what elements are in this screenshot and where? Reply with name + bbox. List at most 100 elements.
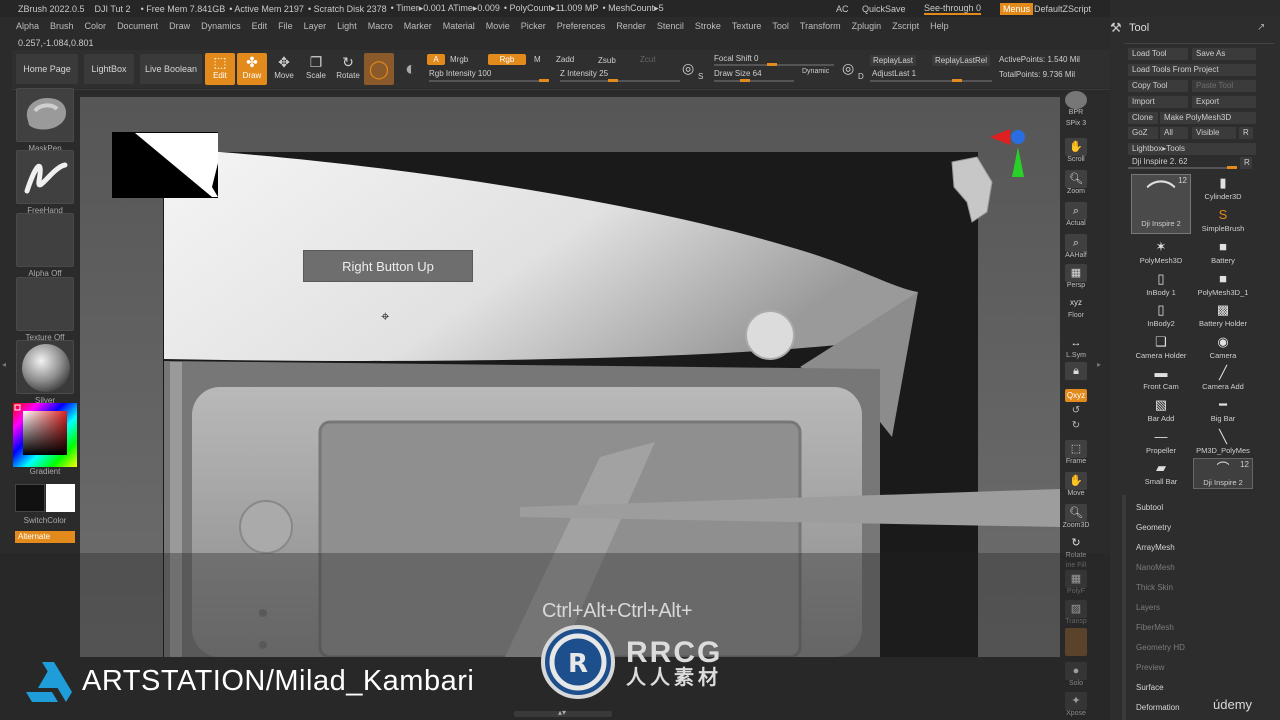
frame-button[interactable]: ⬚ Frame	[1062, 440, 1090, 465]
tool-menu-thick-skin[interactable]: Thick Skin	[1136, 583, 1173, 592]
zsub-toggle[interactable]: Zsub	[598, 56, 616, 65]
goz-button[interactable]: GoZ	[1128, 127, 1158, 139]
dynamic-toggle[interactable]: Dynamic	[802, 68, 829, 75]
tool-menu-surface[interactable]: Surface	[1136, 683, 1164, 692]
palette-dock-icon[interactable]: ↗	[1257, 22, 1265, 33]
stroke-slot[interactable]: FreeHand	[15, 150, 75, 215]
scale-button[interactable]: ❐ Scale	[301, 53, 331, 85]
menu-marker[interactable]: Marker	[404, 21, 432, 31]
move-view-button[interactable]: ✋ Move	[1062, 472, 1090, 497]
menu-brush[interactable]: Brush	[50, 21, 74, 31]
lightbox-button[interactable]: LightBox	[84, 54, 134, 84]
zoom3d-button[interactable]: 🔍︎ Zoom3D	[1062, 504, 1090, 529]
subtool-small-bar[interactable]: ▰ Small Bar	[1131, 458, 1191, 489]
home-page-button[interactable]: Home Page	[16, 54, 78, 84]
menu-draw[interactable]: Draw	[169, 21, 190, 31]
export-button[interactable]: Export	[1192, 96, 1256, 108]
menu-alpha[interactable]: Alpha	[16, 21, 39, 31]
subtool-battery-holder[interactable]: ▩ Battery Holder	[1193, 300, 1253, 331]
adjust-last-slider[interactable]: AdjustLast 1	[872, 69, 916, 78]
zoom-button[interactable]: 🔍︎ Zoom	[1062, 170, 1090, 195]
brush-slot[interactable]: MaskPen	[15, 88, 75, 153]
subtool-inbody2[interactable]: ▯ InBody2	[1131, 300, 1191, 331]
subtool-dji-inspire-2[interactable]: ⌒ Dji Inspire 2 12	[1193, 458, 1253, 490]
a-toggle[interactable]: A	[427, 54, 445, 65]
menu-dynamics[interactable]: Dynamics	[201, 21, 241, 31]
live-boolean-button[interactable]: Live Boolean	[140, 54, 202, 84]
menu-texture[interactable]: Texture	[732, 21, 762, 31]
secondary-color-swatch[interactable]	[15, 484, 45, 512]
menu-picker[interactable]: Picker	[521, 21, 546, 31]
texture-swatch-button[interactable]: ◐	[396, 53, 426, 85]
menu-edit[interactable]: Edit	[252, 21, 268, 31]
copy-tool-button[interactable]: Copy Tool	[1128, 80, 1188, 92]
tool-menu-geometry[interactable]: Geometry	[1136, 523, 1171, 532]
menu-layer[interactable]: Layer	[304, 21, 327, 31]
subtool-pm3d-polymes[interactable]: ╲ PM3D_PolyMes	[1193, 427, 1253, 458]
make-polymesh3d-button[interactable]: Make PolyMesh3D	[1160, 112, 1256, 124]
menu-stencil[interactable]: Stencil	[657, 21, 684, 31]
lock-button[interactable]: 🔒︎	[1062, 362, 1090, 380]
save-as-button[interactable]: Save As	[1192, 48, 1256, 60]
alpha-slot[interactable]: Alpha Off	[15, 213, 75, 278]
menu-macro[interactable]: Macro	[368, 21, 393, 31]
material-slot[interactable]: Silver	[15, 340, 75, 405]
subtool-front-cam[interactable]: ▬ Front Cam	[1131, 363, 1191, 394]
focal-shift-slider[interactable]: Focal Shift 0	[714, 54, 758, 63]
goz-r-button[interactable]: R	[1239, 127, 1253, 139]
lightbox-tools-button[interactable]: Lightbox▸Tools	[1128, 143, 1256, 155]
color-picker[interactable]	[13, 403, 77, 467]
subtool-simplebrush[interactable]: S SimpleBrush	[1193, 205, 1253, 236]
tool-menu-layers[interactable]: Layers	[1136, 603, 1160, 612]
tool-menu-arraymesh[interactable]: ArrayMesh	[1136, 543, 1175, 552]
subtool-camera-holder[interactable]: ❑ Camera Holder	[1131, 332, 1191, 363]
z-intensity-slider[interactable]: Z Intensity 25	[560, 69, 608, 78]
menu-tool[interactable]: Tool	[772, 21, 789, 31]
current-tool-slider[interactable]: Dji Inspire 2. 62	[1132, 157, 1188, 166]
bpr-button[interactable]: BPR	[1062, 91, 1090, 116]
tool-menu-geometry-hd[interactable]: Geometry HD	[1136, 643, 1185, 652]
load-tools-from-project-button[interactable]: Load Tools From Project	[1128, 64, 1256, 76]
m-toggle[interactable]: M	[534, 55, 541, 64]
left-tray-arrow-icon[interactable]: ◂	[2, 360, 8, 380]
tool-menu-preview[interactable]: Preview	[1136, 663, 1164, 672]
texture-slot[interactable]: Texture Off	[15, 277, 75, 342]
draw-size-slider[interactable]: Draw Size 64	[714, 69, 762, 78]
rotate-button[interactable]: ↻ Rotate	[333, 53, 363, 85]
xyz-toggle[interactable]: Qxyz	[1062, 389, 1090, 402]
lsym-button[interactable]: ↔ L.Sym	[1062, 334, 1090, 359]
mrgb-toggle[interactable]: Mrgb	[450, 55, 468, 64]
zadd-toggle[interactable]: Zadd	[556, 55, 574, 64]
subtool-battery[interactable]: ■ Battery	[1193, 237, 1253, 268]
subtool-camera-add[interactable]: ╱ Camera Add	[1193, 363, 1253, 394]
rgb-toggle[interactable]: Rgb	[488, 54, 526, 65]
d-mode-icon[interactable]: ◎	[842, 60, 854, 77]
see-through-slider[interactable]: See-through 0	[924, 0, 991, 17]
floor-button[interactable]: xyz Floor	[1062, 294, 1090, 319]
subtool-dji-inspire-2[interactable]: ⌒ Dji Inspire 2 12	[1131, 174, 1191, 234]
menu-file[interactable]: File	[278, 21, 293, 31]
subtool-big-bar[interactable]: ━ Big Bar	[1193, 395, 1253, 426]
menu-zplugin[interactable]: Zplugin	[852, 21, 882, 31]
subtool-bar-add[interactable]: ▧ Bar Add	[1131, 395, 1191, 426]
spix-slider[interactable]: SPix 3	[1062, 120, 1090, 127]
import-button[interactable]: Import	[1128, 96, 1188, 108]
replay-last-rel-button[interactable]: ReplayLastRel	[932, 55, 991, 66]
goz-visible-button[interactable]: Visible	[1192, 127, 1236, 139]
aahalf-button[interactable]: ⌕ AAHalf	[1062, 234, 1090, 259]
current-tool-r-button[interactable]: R	[1240, 157, 1252, 169]
menu-material[interactable]: Material	[443, 21, 475, 31]
tool-menu-nanomesh[interactable]: NanoMesh	[1136, 563, 1175, 572]
stroke-mode-icon[interactable]: ◎	[682, 60, 694, 77]
rgb-intensity-slider[interactable]: Rgb Intensity 100	[429, 69, 491, 78]
switchcolor-button[interactable]: SwitchColor	[15, 516, 75, 525]
zcut-toggle[interactable]: Zcut	[640, 55, 656, 64]
subtool-propeller[interactable]: — Propeller	[1131, 427, 1191, 458]
subtool-polymesh3d[interactable]: ✶ PolyMesh3D	[1131, 237, 1191, 268]
persp-button[interactable]: ▦ Persp	[1062, 264, 1090, 289]
replay-last-button[interactable]: ReplayLast	[870, 55, 917, 66]
default-zscript-button[interactable]: DefaultZScript	[1034, 0, 1101, 17]
menu-light[interactable]: Light	[337, 21, 357, 31]
material-swatch-button[interactable]: ◯	[364, 53, 394, 85]
menu-preferences[interactable]: Preferences	[557, 21, 606, 31]
